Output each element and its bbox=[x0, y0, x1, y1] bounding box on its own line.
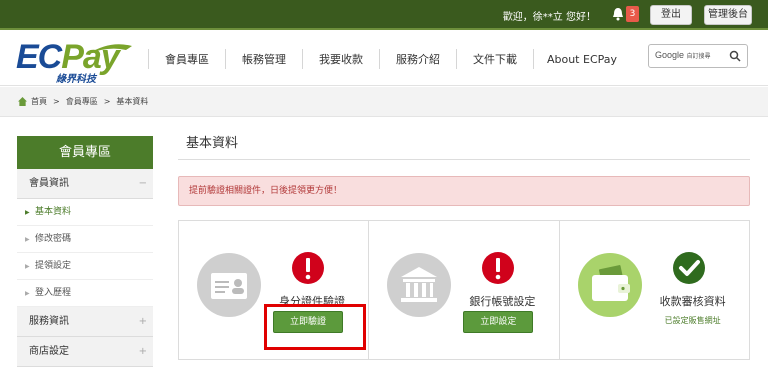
wallet-icon bbox=[577, 253, 642, 317]
arrow-icon: ▶ bbox=[25, 290, 30, 297]
header: ECPay 綠界科技 會員專區 帳務管理 我要收款 服務介紹 文件下載 Abou… bbox=[0, 32, 768, 86]
collapse-icon: − bbox=[138, 178, 147, 189]
logo-swoosh-icon bbox=[88, 44, 132, 54]
setup-now-button[interactable]: 立即設定 bbox=[463, 311, 534, 333]
breadcrumb-separator: > bbox=[103, 97, 111, 106]
main-content: 基本資料 提前驗證相關證件，日後提領更方便！ 身分證件驗證 立即驗證 銀行帳號設… bbox=[178, 130, 750, 360]
sidebar-item-withdraw-settings[interactable]: ▶ 提領設定 bbox=[17, 253, 153, 280]
breadcrumb-home[interactable]: 首頁 bbox=[31, 96, 47, 107]
warning-icon bbox=[292, 252, 324, 284]
search-icon[interactable] bbox=[729, 50, 741, 62]
main-nav: 會員專區 帳務管理 我要收款 服務介紹 文件下載 About ECPay bbox=[148, 32, 630, 86]
card-label: 銀行帳號設定 bbox=[469, 295, 536, 308]
expand-icon: + bbox=[138, 346, 147, 357]
arrow-icon: ▶ bbox=[25, 263, 30, 270]
breadcrumb-row: 首頁 > 會員專區 > 基本資料 bbox=[18, 96, 148, 107]
sidebar-item-login-history[interactable]: ▶ 登入歷程 bbox=[17, 280, 153, 307]
sidebar: 會員專區 會員資訊 − ▶ 基本資料 ▶ 修改密碼 ▶ 提領設定 ▶ 登入歷程 服務資訊 +… bbox=[17, 136, 153, 367]
nav-downloads[interactable]: 文件下載 bbox=[457, 51, 533, 67]
sidebar-title: 會員專區 bbox=[17, 136, 153, 169]
logo-subtitle: 綠界科技 bbox=[56, 74, 96, 85]
card-payment-review: 收款審核資料 已設定販售網址 bbox=[560, 221, 749, 359]
logout-button[interactable]: 登出 bbox=[650, 5, 692, 25]
top-bar: 歡迎，徐**立 您好！ 3 登出 管理後台 bbox=[0, 0, 768, 30]
expand-icon: + bbox=[138, 316, 147, 327]
breadcrumb: 首頁 > 會員專區 > 基本資料 bbox=[0, 87, 768, 117]
google-search-box[interactable]: Google 自訂搜尋 bbox=[648, 44, 748, 68]
highlight-box bbox=[264, 304, 366, 350]
breadcrumb-member[interactable]: 會員專區 bbox=[66, 96, 98, 107]
sidebar-section-member-info[interactable]: 會員資訊 − bbox=[17, 169, 153, 199]
arrow-icon: ▶ bbox=[25, 209, 30, 216]
ecpay-logo[interactable]: ECPay 綠界科技 bbox=[16, 38, 134, 85]
card-bank-account: 銀行帳號設定 立即設定 bbox=[369, 221, 560, 359]
welcome-text: 歡迎，徐**立 您好！ bbox=[502, 12, 596, 23]
card-note[interactable]: 已設定販售網址 bbox=[640, 315, 746, 326]
notification-badge[interactable]: 3 bbox=[626, 6, 639, 22]
nav-about[interactable]: About ECPay bbox=[534, 53, 630, 66]
check-icon bbox=[672, 252, 705, 284]
nav-services[interactable]: 服務介紹 bbox=[380, 51, 456, 67]
nav-accounting[interactable]: 帳務管理 bbox=[226, 51, 302, 67]
breadcrumb-separator: > bbox=[53, 97, 60, 106]
bank-icon bbox=[387, 253, 452, 317]
admin-button[interactable]: 管理後台 bbox=[704, 5, 752, 25]
sidebar-item-basic-info[interactable]: ▶ 基本資料 bbox=[17, 199, 153, 226]
warning-icon bbox=[482, 252, 515, 284]
bell-icon[interactable] bbox=[612, 7, 624, 21]
page-title: 基本資料 bbox=[178, 130, 750, 160]
sidebar-section-store-settings[interactable]: 商店設定 + bbox=[17, 337, 153, 367]
home-icon bbox=[18, 97, 27, 106]
alert-banner: 提前驗證相關證件，日後提領更方便！ bbox=[178, 176, 750, 206]
card-label: 收款審核資料 bbox=[659, 295, 726, 308]
search-label: Google 自訂搜尋 bbox=[655, 50, 711, 60]
sidebar-section-service-info[interactable]: 服務資訊 + bbox=[17, 307, 153, 337]
nav-member[interactable]: 會員專區 bbox=[149, 51, 225, 67]
sidebar-item-change-password[interactable]: ▶ 修改密碼 bbox=[17, 226, 153, 253]
breadcrumb-current: 基本資料 bbox=[116, 97, 149, 106]
arrow-icon: ▶ bbox=[25, 236, 30, 243]
id-card-icon bbox=[197, 253, 261, 317]
nav-receive-payment[interactable]: 我要收款 bbox=[303, 51, 379, 67]
